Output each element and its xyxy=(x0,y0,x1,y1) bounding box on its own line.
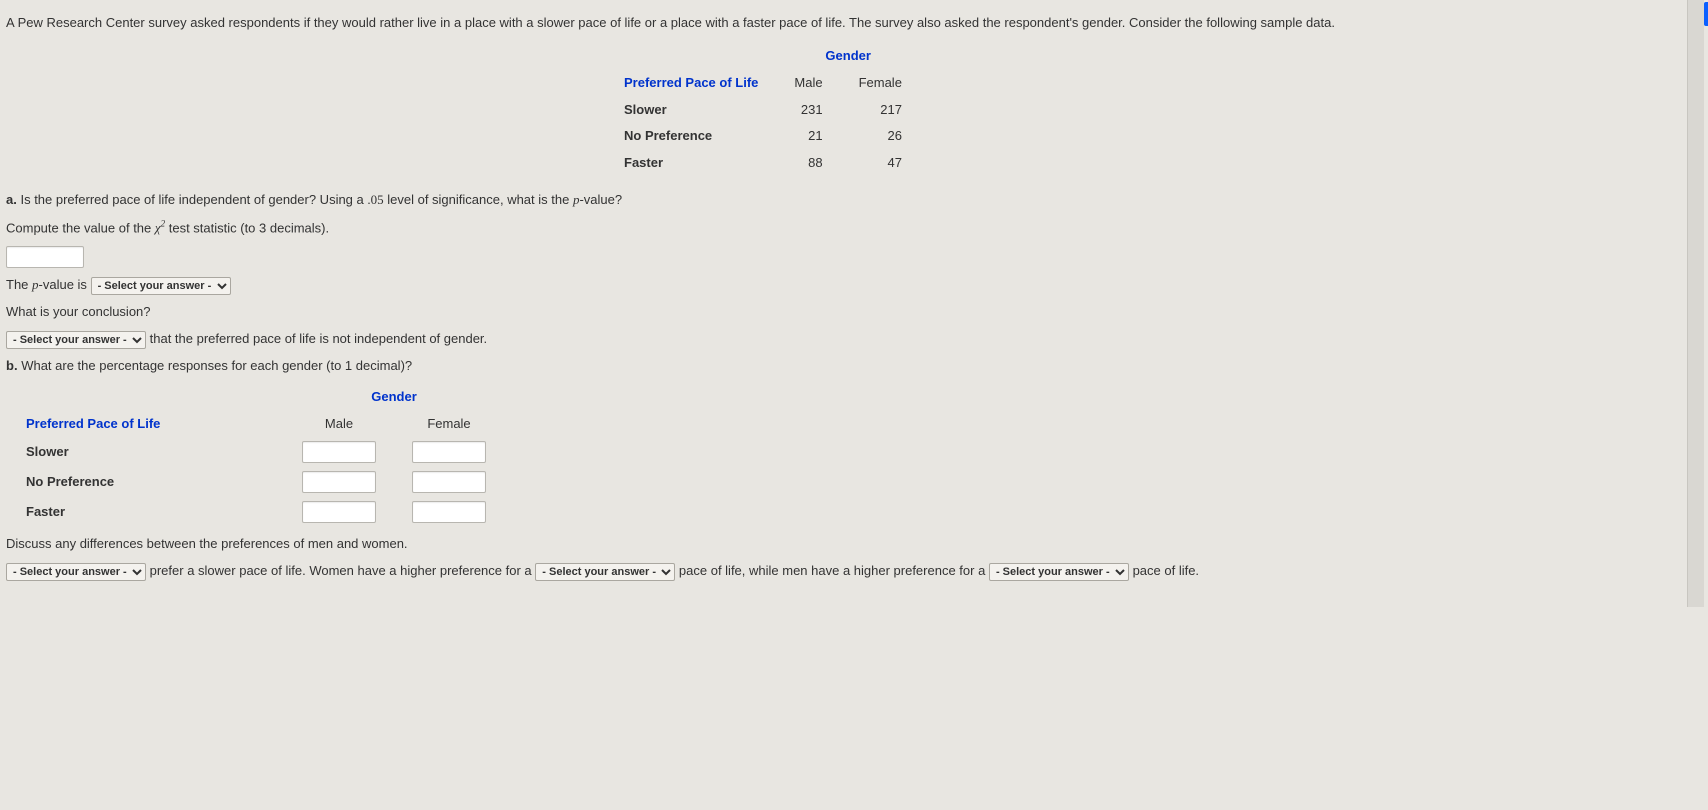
part-b-question: b. What are the percentage responses for… xyxy=(6,357,1694,376)
row-label: No Preference xyxy=(606,123,776,150)
col-male-header: Male xyxy=(776,70,840,97)
discuss-prompt: Discuss any differences between the pref… xyxy=(6,535,1694,554)
vertical-scrollbar[interactable] xyxy=(1687,0,1704,607)
pline-text1: The xyxy=(6,277,32,292)
col-male-header-b: Male xyxy=(284,411,394,438)
part-a-text2: level of significance, what is the xyxy=(384,192,573,207)
cell-value: 88 xyxy=(776,150,840,177)
chi-square-input[interactable] xyxy=(6,246,84,268)
part-b-label: b. xyxy=(6,358,18,373)
part-b-text: What are the percentage responses for ea… xyxy=(21,358,412,373)
part-a-text1: Is the preferred pace of life independen… xyxy=(20,192,367,207)
p-value-line: The p-value is - Select your answer - xyxy=(6,276,1694,295)
cell-value: 231 xyxy=(776,97,840,124)
part-a-text3: -value? xyxy=(579,192,622,207)
intro-text: A Pew Research Center survey asked respo… xyxy=(6,14,1694,33)
conclusion-select[interactable]: - Select your answer - xyxy=(6,331,146,349)
conclusion-tail: that the preferred pace of life is not i… xyxy=(150,331,488,346)
cell-value: 47 xyxy=(841,150,920,177)
row-label: Faster xyxy=(606,150,776,177)
cell-value: 26 xyxy=(841,123,920,150)
compute-text1: Compute the value of the xyxy=(6,220,155,235)
pct-slower-male-input[interactable] xyxy=(302,441,376,463)
pct-faster-male-input[interactable] xyxy=(302,501,376,523)
part-a-label: a. xyxy=(6,192,17,207)
percentage-table: Gender Preferred Pace of Life Male Femal… xyxy=(8,384,504,528)
cell-value: 21 xyxy=(776,123,840,150)
discuss-sentence: - Select your answer - prefer a slower p… xyxy=(6,563,1199,578)
data-table: Gender Preferred Pace of Life Male Femal… xyxy=(606,43,920,177)
compute-line: Compute the value of the χ2 test statist… xyxy=(6,218,1694,238)
gender-header-b: Gender xyxy=(371,389,417,404)
discuss-select-3[interactable]: - Select your answer - xyxy=(989,563,1129,581)
col-female-header: Female xyxy=(841,70,920,97)
row-label: Slower xyxy=(8,437,284,467)
pct-nopref-male-input[interactable] xyxy=(302,471,376,493)
col-pace-header-b: Preferred Pace of Life xyxy=(26,416,160,431)
row-label: No Preference xyxy=(8,467,284,497)
pct-faster-female-input[interactable] xyxy=(412,501,486,523)
gender-header: Gender xyxy=(825,48,871,63)
col-pace-header: Preferred Pace of Life xyxy=(624,75,758,90)
conclusion-question: What is your conclusion? xyxy=(6,303,1694,322)
discuss-text2: pace of life, while men have a higher pr… xyxy=(679,563,985,578)
chi-symbol: χ2 xyxy=(155,220,165,235)
part-a-question: a. Is the preferred pace of life indepen… xyxy=(6,191,1694,210)
p-value-select[interactable]: - Select your answer - xyxy=(91,277,231,295)
cell-value: 217 xyxy=(841,97,920,124)
compute-text2: test statistic (to 3 decimals). xyxy=(165,220,329,235)
discuss-select-2[interactable]: - Select your answer - xyxy=(535,563,675,581)
col-female-header-b: Female xyxy=(394,411,504,438)
discuss-text1: prefer a slower pace of life. Women have… xyxy=(150,563,532,578)
row-label: Slower xyxy=(606,97,776,124)
pct-slower-female-input[interactable] xyxy=(412,441,486,463)
pct-nopref-female-input[interactable] xyxy=(412,471,486,493)
discuss-text3: pace of life. xyxy=(1133,563,1200,578)
pline-text2: -value is xyxy=(39,277,87,292)
row-label: Faster xyxy=(8,497,284,527)
discuss-select-1[interactable]: - Select your answer - xyxy=(6,563,146,581)
alpha-value: .05 xyxy=(367,192,383,207)
